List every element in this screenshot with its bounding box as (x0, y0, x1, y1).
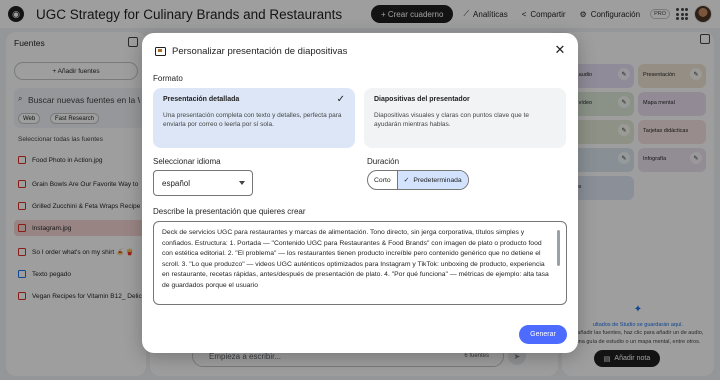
format-option-title: Diapositivas del presentador (374, 96, 470, 103)
check-icon: ✓ (336, 94, 345, 105)
language-value: español (162, 178, 191, 188)
format-label: Formato (153, 74, 183, 83)
customize-slides-dialog: Personalizar presentación de diapositiva… (142, 33, 578, 353)
format-option-title: Presentación detallada (163, 96, 240, 103)
format-option-detailed[interactable]: Presentación detallada Una presentación … (153, 88, 355, 148)
dialog-title: Personalizar presentación de diapositiva… (172, 45, 348, 57)
slides-icon (155, 46, 166, 56)
format-option-desc: Una presentación completa con texto y de… (163, 112, 342, 129)
duration-short-option[interactable]: Corto (368, 171, 397, 189)
format-option-desc: Diapositivas visuales y claras con punto… (374, 112, 529, 129)
duration-toggle: Corto ✓ Predeterminada (367, 170, 469, 190)
prompt-textarea[interactable]: Deck de servicios UGC para restaurantes … (153, 221, 567, 305)
generate-button[interactable]: Generar (519, 325, 567, 344)
duration-default-label: Predeterminada (413, 176, 462, 184)
close-icon[interactable]: ✕ (552, 42, 568, 58)
check-icon: ✓ (403, 177, 410, 184)
language-select[interactable]: español (153, 170, 253, 196)
chevron-down-icon (239, 181, 245, 185)
prompt-label: Describe la presentación que quieres cre… (153, 207, 306, 216)
textarea-scrollbar[interactable] (557, 230, 560, 266)
duration-label: Duración (367, 157, 400, 166)
format-option-presenter[interactable]: Diapositivas del presentador Diapositiva… (364, 88, 566, 148)
duration-default-option[interactable]: ✓ Predeterminada (396, 171, 468, 189)
language-label: Seleccionar idioma (153, 157, 221, 166)
dialog-header: Personalizar presentación de diapositiva… (155, 43, 347, 59)
prompt-text: Deck de servicios UGC para restaurantes … (162, 229, 549, 289)
